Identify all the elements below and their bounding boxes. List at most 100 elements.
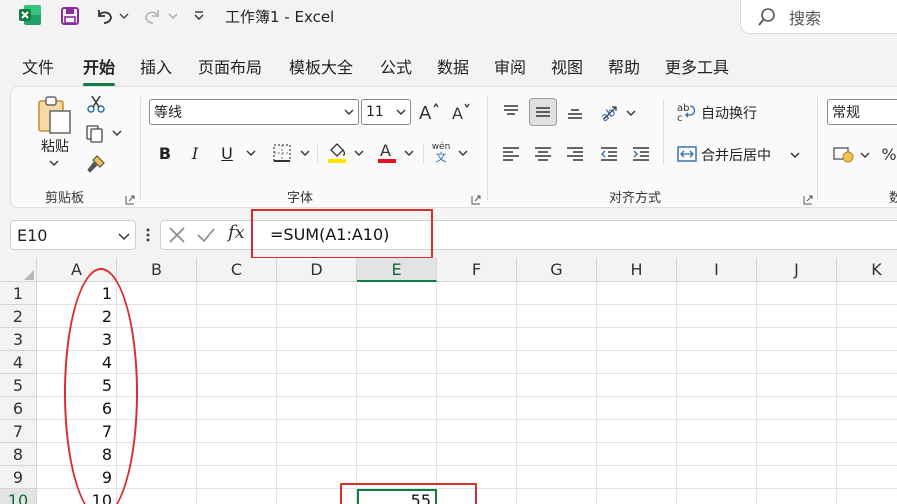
cell-c10[interactable] [197, 489, 277, 504]
cell-i1[interactable] [677, 282, 757, 305]
cell-c6[interactable] [197, 397, 277, 420]
cell-j10[interactable] [757, 489, 837, 504]
cell-i2[interactable] [677, 305, 757, 328]
tab-templates[interactable]: 模板大全 [289, 54, 353, 78]
copy-dropdown-icon[interactable] [111, 127, 123, 139]
borders-dropdown-icon[interactable] [299, 145, 311, 161]
cell-c8[interactable] [197, 443, 277, 466]
cell-k4[interactable] [837, 351, 897, 374]
fill-color-dropdown-icon[interactable] [353, 145, 365, 161]
format-painter-icon[interactable] [85, 153, 107, 175]
percent-style-icon[interactable]: % [877, 141, 897, 167]
cell-h3[interactable] [597, 328, 677, 351]
cell-g8[interactable] [517, 443, 597, 466]
column-header-b[interactable]: B [117, 258, 197, 282]
align-left-icon[interactable] [499, 141, 523, 167]
row-header[interactable]: 9 [0, 466, 37, 489]
row-header[interactable]: 7 [0, 420, 37, 443]
cell-h2[interactable] [597, 305, 677, 328]
paste-icon[interactable] [35, 95, 75, 135]
cell-e6[interactable] [357, 397, 437, 420]
undo-dropdown-icon[interactable] [117, 4, 131, 28]
alignment-launcher-icon[interactable] [803, 193, 813, 205]
cell-f2[interactable] [437, 305, 517, 328]
cell-j9[interactable] [757, 466, 837, 489]
bold-button[interactable]: B [155, 141, 175, 165]
cell-h6[interactable] [597, 397, 677, 420]
column-header-c[interactable]: C [197, 258, 277, 282]
column-header-e[interactable]: E [357, 258, 437, 282]
cell-h4[interactable] [597, 351, 677, 374]
undo-icon[interactable] [93, 4, 115, 28]
column-header-h[interactable]: H [597, 258, 677, 282]
cell-h7[interactable] [597, 420, 677, 443]
cell-i7[interactable] [677, 420, 757, 443]
cell-i9[interactable] [677, 466, 757, 489]
fill-color-icon[interactable] [325, 139, 349, 165]
cell-c4[interactable] [197, 351, 277, 374]
row-header[interactable]: 5 [0, 374, 37, 397]
cell-f8[interactable] [437, 443, 517, 466]
cell-k10[interactable] [837, 489, 897, 504]
cell-e4[interactable] [357, 351, 437, 374]
paste-dropdown-icon[interactable] [47, 157, 61, 169]
column-header-f[interactable]: F [437, 258, 517, 282]
cell-k9[interactable] [837, 466, 897, 489]
cell-j5[interactable] [757, 374, 837, 397]
cell-g5[interactable] [517, 374, 597, 397]
cell-f1[interactable] [437, 282, 517, 305]
accounting-dropdown-icon[interactable] [859, 147, 871, 163]
merge-center-button[interactable]: 合并后居中 [701, 145, 771, 165]
cancel-icon[interactable] [168, 226, 186, 244]
cell-j4[interactable] [757, 351, 837, 374]
cell-g4[interactable] [517, 351, 597, 374]
font-size-select[interactable]: 11 [361, 99, 411, 125]
tab-view[interactable]: 视图 [551, 54, 583, 78]
cell-c5[interactable] [197, 374, 277, 397]
cell-h9[interactable] [597, 466, 677, 489]
row-header[interactable]: 6 [0, 397, 37, 420]
cell-c7[interactable] [197, 420, 277, 443]
cell-d7[interactable] [277, 420, 357, 443]
cell-g7[interactable] [517, 420, 597, 443]
cell-e5[interactable] [357, 374, 437, 397]
cell-f4[interactable] [437, 351, 517, 374]
cell-f6[interactable] [437, 397, 517, 420]
tab-home[interactable]: 开始 [83, 54, 116, 86]
phonetic-guide-icon[interactable]: wén 文 [429, 139, 453, 167]
wrap-text-icon[interactable]: ab c [675, 99, 699, 125]
cell-k8[interactable] [837, 443, 897, 466]
cell-g10[interactable] [517, 489, 597, 504]
column-header-j[interactable]: J [757, 258, 837, 282]
cell-k5[interactable] [837, 374, 897, 397]
cell-k3[interactable] [837, 328, 897, 351]
increase-indent-icon[interactable] [629, 141, 653, 167]
insert-function-icon[interactable]: fx [228, 222, 245, 243]
underline-dropdown-icon[interactable] [245, 145, 257, 161]
cell-g1[interactable] [517, 282, 597, 305]
tab-file[interactable]: 文件 [22, 54, 54, 78]
cell-e2[interactable] [357, 305, 437, 328]
cell-d8[interactable] [277, 443, 357, 466]
cell-k1[interactable] [837, 282, 897, 305]
cell-f7[interactable] [437, 420, 517, 443]
orientation-dropdown-icon[interactable] [625, 105, 637, 121]
cell-b10[interactable] [117, 489, 197, 504]
cell-c9[interactable] [197, 466, 277, 489]
merge-dropdown-icon[interactable] [789, 147, 801, 163]
cell-d5[interactable] [277, 374, 357, 397]
column-header-k[interactable]: K [837, 258, 897, 282]
align-top-icon[interactable] [499, 99, 523, 125]
cell-f3[interactable] [437, 328, 517, 351]
increase-font-size-icon[interactable]: A [417, 99, 441, 125]
row-header[interactable]: 2 [0, 305, 37, 328]
cell-g6[interactable] [517, 397, 597, 420]
accounting-format-icon[interactable] [831, 141, 855, 167]
cell-j8[interactable] [757, 443, 837, 466]
align-bottom-icon[interactable] [563, 99, 587, 125]
cell-i8[interactable] [677, 443, 757, 466]
cell-h8[interactable] [597, 443, 677, 466]
tab-formulas[interactable]: 公式 [380, 54, 412, 78]
search-box[interactable]: 搜索 [740, 0, 897, 34]
number-format-select[interactable]: 常规 [827, 99, 897, 125]
